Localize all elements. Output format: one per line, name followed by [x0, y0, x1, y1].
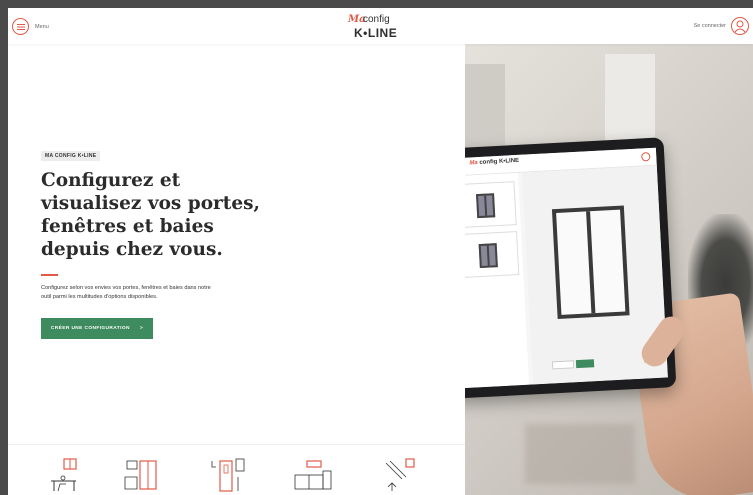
category-staircase[interactable]: [382, 457, 422, 493]
category-row: [8, 444, 465, 495]
hero-photo: Ma config K•LINE: [465, 44, 753, 495]
kitchen-window-icon: [294, 460, 332, 490]
window-thumbnail-icon: [478, 243, 498, 269]
menu-label: Menu: [35, 23, 49, 30]
login-label: Se connecter: [693, 23, 726, 29]
tablet-next-button: [575, 359, 595, 369]
door-preview-icon: [551, 205, 630, 320]
accent-divider: [41, 274, 58, 276]
create-configuration-button[interactable]: CRÉER UNE CONFIGURATION >: [41, 318, 153, 339]
tablet-back-button: [551, 360, 575, 370]
site-logo[interactable]: Ma config K•LINE: [348, 14, 414, 40]
user-icon[interactable]: [731, 17, 749, 35]
hero-description: Configurez selon vos envies vos portes, …: [41, 285, 211, 300]
login-button[interactable]: Se connecter: [694, 17, 749, 35]
window-thumbnail-icon: [476, 193, 496, 219]
office-window-icon: [51, 458, 77, 492]
tablet-product-card: [465, 231, 520, 279]
tablet-screen: Ma config K•LINE: [465, 147, 668, 389]
tablet-logo-ma: Ma: [469, 160, 478, 167]
category-door[interactable]: [208, 457, 248, 493]
tablet-product-card: [465, 181, 517, 229]
page: Menu Ma config K•LINE Se connecter MA CO…: [8, 8, 753, 495]
tablet-logo: Ma config K•LINE: [469, 158, 519, 167]
hero-title: Configurez et visualisez vos portes, fen…: [41, 170, 260, 260]
category-office[interactable]: [46, 457, 86, 493]
cta-label: CRÉER UNE CONFIGURATION: [50, 326, 130, 331]
staircase-window-icon: [385, 458, 415, 491]
door-icon: [211, 458, 245, 492]
top-header: Menu Ma config K•LINE Se connecter: [8, 8, 753, 44]
tablet-user-icon: [641, 151, 651, 162]
hero-eyebrow: MA CONFIG K•LINE: [41, 151, 101, 161]
chevron-right-icon: >: [139, 326, 144, 331]
category-living-room[interactable]: [121, 457, 161, 493]
background-furniture: [525, 424, 635, 484]
tablet-product-list: [465, 172, 530, 389]
hero-section: MA CONFIG K•LINE Configurez et visualise…: [8, 44, 465, 444]
living-room-window-icon: [124, 460, 157, 490]
tablet-logo-text: config K•LINE: [479, 157, 520, 166]
menu-button[interactable]: Menu: [12, 18, 49, 35]
logo-config: config: [363, 14, 390, 25]
category-kitchen[interactable]: [293, 457, 333, 493]
logo-kline: K•LINE: [354, 26, 398, 40]
menu-icon[interactable]: [12, 18, 29, 35]
